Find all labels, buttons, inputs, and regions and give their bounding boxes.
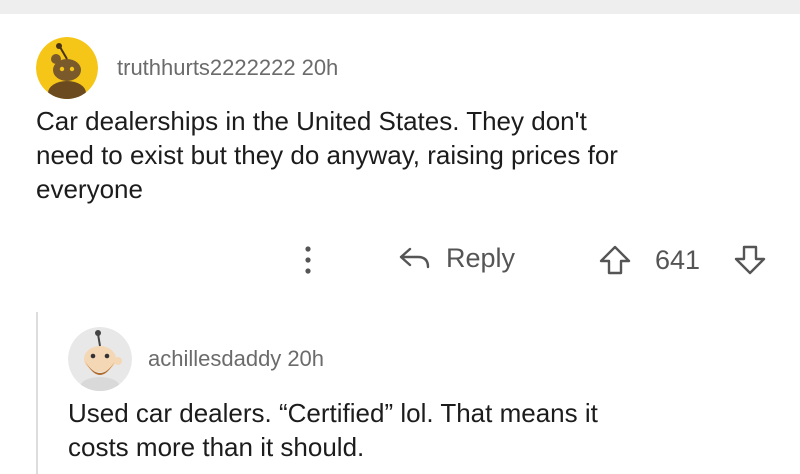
comment-timestamp: 20h [301,55,339,80]
comment-username[interactable]: achillesdaddy 20h [148,346,324,372]
vote-score: 641 [655,245,701,275]
username-text[interactable]: achillesdaddy [148,346,281,371]
username-text[interactable]: truthhurts2222222 [117,55,296,80]
comment-body-line: need to exist but they do anyway, raisin… [36,140,618,170]
comment-body-line: everyone [36,174,143,204]
user-avatar[interactable] [68,327,132,391]
snoo-avatar-icon [68,327,132,391]
reply-button[interactable]: Reply [398,238,515,278]
reply-arrow-icon [399,247,430,269]
upvote-arrow-icon[interactable] [598,244,632,276]
comment-body-line: Used car dealers. “Certified” lol. That … [68,398,598,428]
snoo-avatar-icon [36,37,98,99]
comment-timestamp: 20h [287,346,325,371]
user-avatar[interactable] [36,37,98,99]
comment-body: Used car dealers. “Certified” lol. That … [68,396,598,464]
comment-action-bar: Reply 641 [0,232,800,284]
reply-label[interactable]: Reply [446,243,515,274]
top-divider-strip [0,0,800,14]
downvote-arrow-icon[interactable] [733,244,767,276]
comment-username[interactable]: truthhurts2222222 20h [117,55,338,81]
thread-indent-line[interactable] [36,312,38,474]
comment-body: Car dealerships in the United States. Th… [36,104,618,206]
comment-body-line: Car dealerships in the United States. Th… [36,106,587,136]
comment-body-line: costs more than it should. [68,432,365,462]
more-vertical-icon[interactable] [296,242,320,278]
